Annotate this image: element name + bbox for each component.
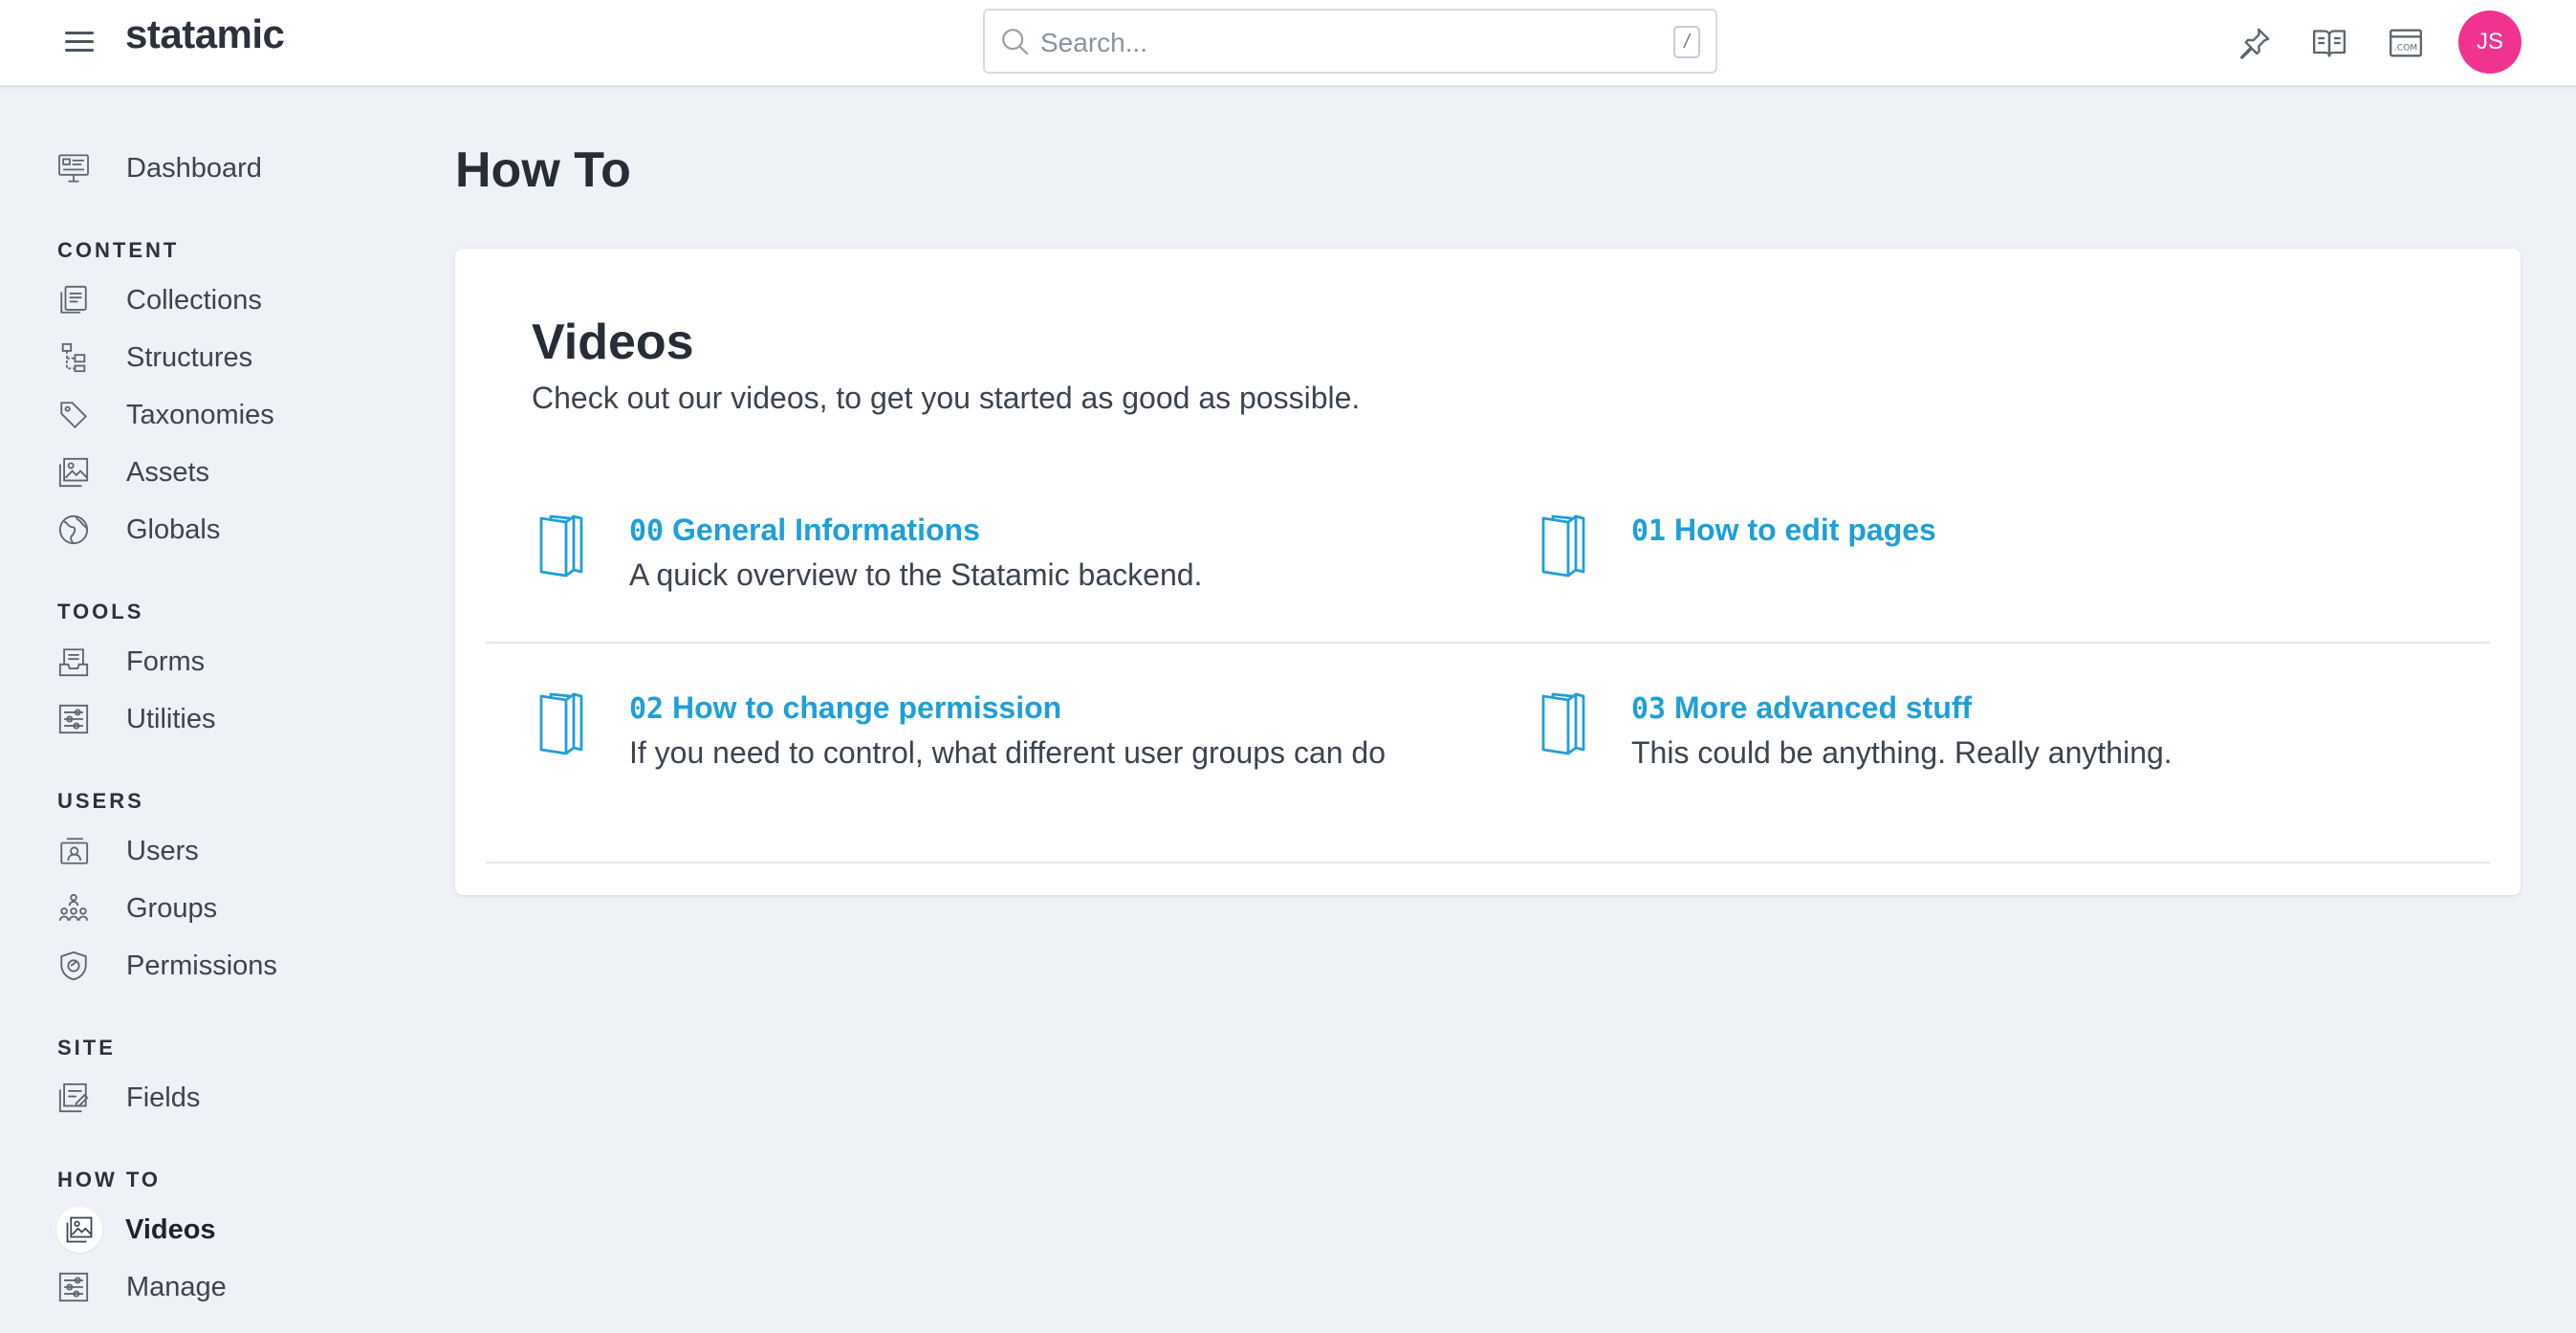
search-shortcut-key: / bbox=[1673, 26, 1700, 58]
search-icon bbox=[1002, 29, 1029, 55]
image-icon bbox=[57, 449, 103, 495]
search-placeholder: Search... bbox=[1040, 28, 1148, 57]
fields-icon bbox=[57, 1075, 103, 1121]
section-heading-how-to: HOW TO bbox=[57, 1168, 162, 1191]
svg-text:.COM: .COM bbox=[2394, 43, 2417, 54]
video-title-link[interactable]: 01 How to edit pages bbox=[1631, 513, 1936, 548]
video-item-02[interactable]: 02 How to change permission If you need … bbox=[537, 690, 1398, 824]
hamburger-menu-icon[interactable] bbox=[65, 29, 94, 55]
book-icon bbox=[539, 692, 583, 755]
sidebar-item-label: Forms bbox=[126, 645, 206, 677]
sidebar-item-assets[interactable]: Assets bbox=[57, 449, 402, 495]
sidebar-item-users[interactable]: Users bbox=[57, 828, 402, 874]
book-icon bbox=[1541, 514, 1585, 578]
sidebar-item-videos[interactable]: Videos bbox=[56, 1207, 402, 1253]
video-description: If you need to control, what different u… bbox=[629, 735, 1386, 770]
page-title: How To bbox=[455, 142, 631, 198]
card-title: Videos bbox=[532, 315, 694, 370]
top-bar: statamic Search... / .COM JS bbox=[0, 0, 2576, 87]
videos-card: Videos Check out our videos, to get you … bbox=[455, 249, 2521, 895]
book-open-icon[interactable] bbox=[2310, 24, 2348, 62]
sidebar-item-dashboard[interactable]: Dashboard bbox=[57, 145, 402, 191]
brand-logo[interactable]: statamic bbox=[125, 11, 285, 57]
video-number: 02 bbox=[629, 692, 665, 726]
sidebar-item-label: Taxonomies bbox=[126, 399, 274, 430]
avatar[interactable]: JS bbox=[2458, 11, 2521, 74]
image-icon bbox=[56, 1207, 102, 1253]
sidebar-item-label: Permissions bbox=[126, 950, 277, 981]
sidebar-item-structures[interactable]: Structures bbox=[57, 335, 402, 381]
sidebar-item-label: Structures bbox=[126, 341, 253, 373]
video-title: More advanced stuff bbox=[1674, 690, 1973, 725]
sidebar-item-forms[interactable]: Forms bbox=[57, 639, 402, 685]
row-divider bbox=[486, 642, 2490, 644]
row-divider bbox=[486, 862, 2490, 863]
sidebar-item-label: Collections bbox=[126, 284, 262, 316]
globe-icon bbox=[57, 507, 103, 553]
sidebar: Dashboard CONTENT Collections Structures… bbox=[0, 88, 421, 1333]
sidebar-item-globals[interactable]: Globals bbox=[57, 507, 402, 553]
search-input[interactable]: Search... / bbox=[983, 9, 1717, 74]
book-icon bbox=[539, 514, 583, 578]
section-heading-tools: TOOLS bbox=[57, 600, 144, 623]
video-title-link[interactable]: 03 More advanced stuff bbox=[1631, 690, 1972, 726]
section-heading-content: CONTENT bbox=[57, 238, 180, 262]
sidebar-item-label: Assets bbox=[126, 456, 210, 488]
book-icon bbox=[1541, 692, 1585, 755]
video-title-link[interactable]: 00 General Informations bbox=[629, 513, 980, 548]
sidebar-item-label: Globals bbox=[126, 514, 221, 545]
section-heading-users: USERS bbox=[57, 789, 144, 813]
sliders-icon bbox=[57, 696, 103, 742]
card-subtitle: Check out our videos, to get you started… bbox=[532, 381, 1361, 415]
video-item-01[interactable]: 01 How to edit pages bbox=[1539, 513, 2400, 618]
shield-icon bbox=[57, 943, 103, 989]
video-title: General Informations bbox=[672, 513, 980, 547]
video-title: How to edit pages bbox=[1674, 513, 1936, 547]
inbox-form-icon bbox=[57, 639, 103, 685]
users-group-icon bbox=[57, 885, 103, 931]
sidebar-item-label: Manage bbox=[126, 1271, 227, 1302]
structures-icon bbox=[57, 335, 103, 381]
collections-icon bbox=[57, 277, 103, 323]
sidebar-item-label: Utilities bbox=[126, 703, 216, 734]
user-card-icon bbox=[57, 828, 103, 874]
video-number: 03 bbox=[1631, 692, 1667, 726]
sliders-icon bbox=[57, 1264, 103, 1310]
sidebar-item-fields[interactable]: Fields bbox=[57, 1075, 402, 1121]
sidebar-item-label: Users bbox=[126, 835, 199, 866]
video-item-03[interactable]: 03 More advanced stuff This could be any… bbox=[1539, 690, 2400, 796]
sidebar-item-label: Dashboard bbox=[126, 152, 262, 184]
sidebar-item-collections[interactable]: Collections bbox=[57, 277, 402, 323]
tag-icon bbox=[57, 392, 103, 438]
video-title: How to change permission bbox=[672, 690, 1062, 725]
sidebar-item-label: Videos bbox=[125, 1213, 216, 1245]
sidebar-item-manage[interactable]: Manage bbox=[57, 1264, 402, 1310]
sidebar-item-utilities[interactable]: Utilities bbox=[57, 696, 402, 742]
domain-dotcom-icon[interactable]: .COM bbox=[2387, 24, 2425, 62]
video-item-00[interactable]: 00 General Informations A quick overview… bbox=[537, 513, 1398, 618]
video-description: This could be anything. Really anything. bbox=[1631, 735, 2172, 770]
section-heading-site: SITE bbox=[57, 1036, 116, 1060]
pin-icon[interactable] bbox=[2236, 24, 2274, 62]
sidebar-item-label: Fields bbox=[126, 1082, 201, 1113]
sidebar-item-groups[interactable]: Groups bbox=[57, 885, 402, 931]
video-description: A quick overview to the Statamic backend… bbox=[629, 557, 1203, 592]
sidebar-item-taxonomies[interactable]: Taxonomies bbox=[57, 392, 402, 438]
sidebar-item-permissions[interactable]: Permissions bbox=[57, 943, 402, 989]
sidebar-item-label: Groups bbox=[126, 892, 218, 924]
video-title-link[interactable]: 02 How to change permission bbox=[629, 690, 1061, 726]
video-number: 00 bbox=[629, 514, 665, 548]
dashboard-icon bbox=[57, 145, 103, 191]
video-number: 01 bbox=[1631, 514, 1667, 548]
